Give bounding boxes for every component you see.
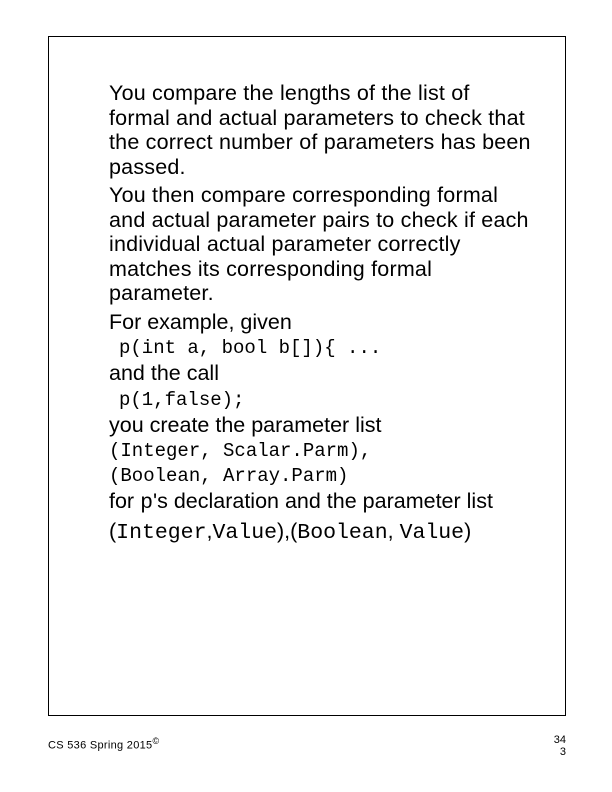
param-list-formal-2: (Boolean, Array.Parm): [109, 465, 531, 487]
paren-close-2: ): [464, 519, 471, 543]
paragraph-2: You then compare corresponding formal an…: [109, 183, 531, 306]
you-create-line: you create the parameter list: [109, 413, 531, 438]
paragraph-1: You compare the lengths of the list of f…: [109, 81, 531, 179]
param-list-actual: (Integer,Value),(Boolean, Value): [109, 519, 531, 546]
param-list-formal-1: (Integer, Scalar.Parm),: [109, 440, 531, 462]
code-p: p: [140, 491, 153, 515]
for-suffix: 's declaration and the parameter list: [153, 489, 493, 513]
word-value-2: Value: [400, 521, 465, 545]
footer-course: CS 536 Spring 2015©: [48, 736, 159, 752]
for-prefix: for: [109, 489, 140, 513]
pagenum-top: 34: [554, 734, 566, 746]
pagenum-bottom: 3: [554, 746, 566, 758]
word-value-1: Value: [212, 521, 277, 545]
comma-2: ,: [388, 519, 400, 543]
word-boolean: Boolean: [297, 521, 387, 545]
code-declaration: p(int a, bool b[]){ ...: [119, 337, 531, 359]
word-integer: Integer: [116, 521, 206, 545]
for-p-declaration-line: for p's declaration and the parameter li…: [109, 489, 531, 516]
paren-mid: ),(: [277, 519, 297, 543]
copyright-mark: ©: [152, 736, 159, 746]
and-the-call-line: and the call: [109, 361, 531, 386]
slide-frame: You compare the lengths of the list of f…: [48, 36, 566, 716]
for-example-line: For example, given: [109, 310, 531, 335]
code-call: p(1,false);: [119, 389, 531, 411]
footer-left-text: CS 536 Spring 2015: [48, 740, 152, 752]
page-footer: CS 536 Spring 2015© 34 3: [48, 730, 566, 770]
footer-pagenum: 34 3: [554, 734, 566, 758]
